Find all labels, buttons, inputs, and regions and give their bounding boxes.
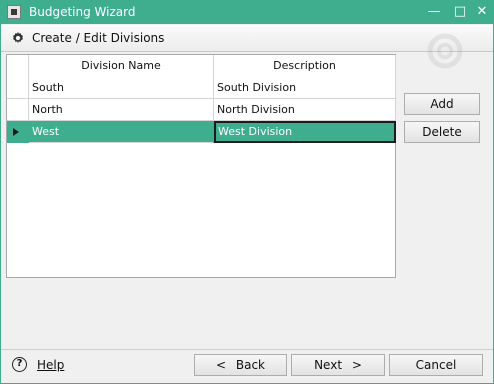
description-cell[interactable]: South Division bbox=[214, 77, 396, 99]
close-button[interactable]: ✕ bbox=[472, 3, 492, 21]
division-name-cell[interactable]: North bbox=[29, 99, 214, 121]
gear-icon bbox=[13, 31, 23, 44]
row-selector[interactable] bbox=[7, 121, 29, 143]
app-icon bbox=[7, 5, 21, 19]
maximize-button[interactable]: □ bbox=[450, 3, 470, 21]
description-cell-editing[interactable]: West Division bbox=[214, 121, 396, 143]
divisions-grid[interactable]: Division Name Description South South Di… bbox=[6, 54, 396, 278]
window-title: Budgeting Wizard bbox=[29, 5, 136, 19]
table-row-selected[interactable]: West West Division bbox=[7, 121, 396, 143]
watermark-gear-icon bbox=[427, 33, 463, 69]
add-button[interactable]: Add bbox=[404, 93, 480, 115]
row-selector[interactable] bbox=[7, 77, 29, 99]
division-name-cell[interactable]: South bbox=[29, 77, 214, 99]
next-button[interactable]: Next > bbox=[291, 354, 385, 376]
cancel-button[interactable]: Cancel bbox=[389, 354, 483, 376]
help-icon[interactable]: ? bbox=[12, 357, 27, 372]
back-arrow-icon: < bbox=[215, 358, 227, 372]
help-link[interactable]: Help bbox=[37, 358, 64, 372]
table-row[interactable]: South South Division bbox=[7, 77, 396, 99]
next-arrow-icon: > bbox=[351, 358, 362, 372]
description-cell[interactable]: North Division bbox=[214, 99, 396, 121]
footer-divider bbox=[1, 349, 493, 350]
row-header-corner bbox=[7, 55, 29, 77]
column-header-description[interactable]: Description bbox=[214, 55, 396, 77]
back-button[interactable]: < Back bbox=[194, 354, 287, 376]
minimize-button[interactable]: — bbox=[424, 3, 444, 21]
wizard-window: Budgeting Wizard — □ ✕ Create / Edit Div… bbox=[0, 0, 494, 384]
back-label: Back bbox=[235, 358, 266, 372]
page-title: Create / Edit Divisions bbox=[32, 31, 165, 45]
title-bar[interactable]: Budgeting Wizard — □ ✕ bbox=[1, 1, 493, 24]
current-row-indicator-icon bbox=[13, 128, 19, 136]
delete-button[interactable]: Delete bbox=[404, 121, 480, 143]
next-label: Next bbox=[314, 358, 343, 372]
page-header: Create / Edit Divisions bbox=[1, 25, 493, 69]
row-selector[interactable] bbox=[7, 99, 29, 121]
column-header-division-name[interactable]: Division Name bbox=[29, 55, 214, 77]
table-row[interactable]: North North Division bbox=[7, 99, 396, 121]
grid-header-row: Division Name Description bbox=[7, 55, 396, 77]
division-name-cell[interactable]: West bbox=[29, 121, 214, 143]
